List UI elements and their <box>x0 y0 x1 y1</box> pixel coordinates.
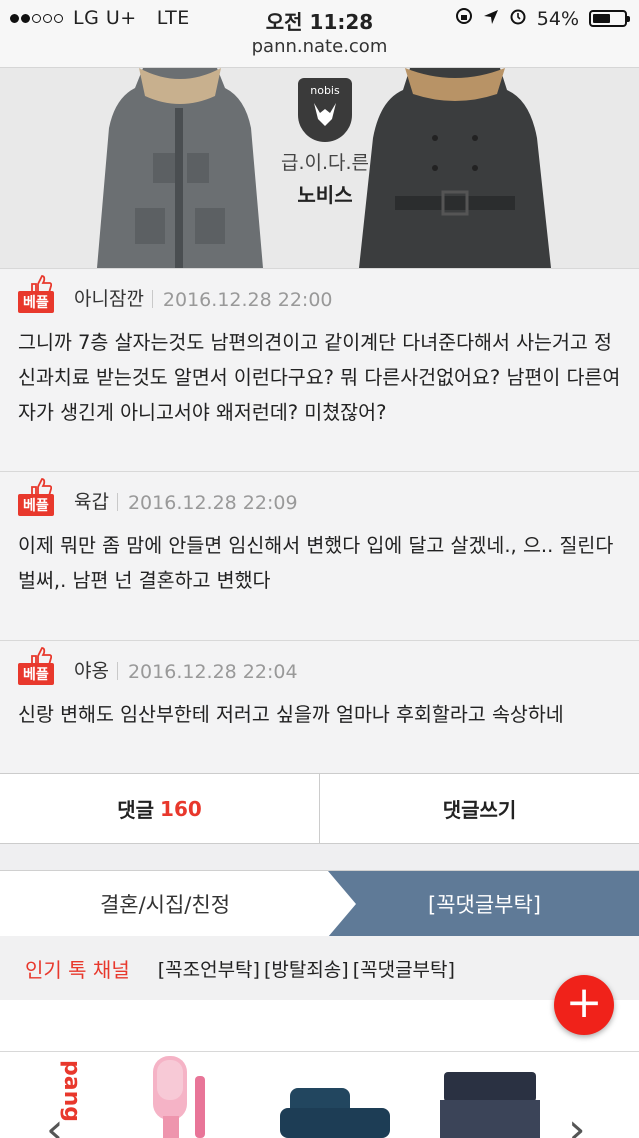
nobis-logo: nobis <box>298 78 352 142</box>
comment-action-bar: 댓글 160 댓글쓰기 <box>0 773 639 844</box>
comment-text: 신랑 변해도 임산부한테 저러고 싶을까 얼마나 후회할라고 속상하네 <box>18 703 564 726</box>
coat-image-left <box>97 68 263 268</box>
chevron-right-icon[interactable]: › <box>568 1104 586 1138</box>
address-bar[interactable]: pann.nate.com <box>0 36 639 68</box>
comment-text: 이제 뭐만 좀 맘에 안들면 임신해서 변했다 입에 달고 살겠네., 으.. … <box>18 534 614 592</box>
comment-date: 2016.12.28 22:00 <box>162 289 333 311</box>
bed-image <box>440 1072 540 1138</box>
comment-meta: 베플 야옹 2016.12.28 22:04 <box>18 641 621 685</box>
floating-add-button[interactable]: + <box>554 975 614 1035</box>
popular-link[interactable]: [꼭조언부탁] <box>158 955 260 982</box>
popular-link[interactable]: [방탈죄송] <box>264 955 349 982</box>
divider <box>116 662 118 680</box>
url-text: pann.nate.com <box>251 36 388 57</box>
comments-label: 댓글 <box>117 798 155 822</box>
view-comments-button[interactable]: 댓글 160 <box>0 774 319 843</box>
best-badge: 베플 <box>18 647 64 685</box>
comment-meta: 베플 아니잠깐 2016.12.28 22:00 <box>18 269 621 313</box>
rotation-lock-icon <box>455 7 473 30</box>
spacer <box>0 1000 639 1052</box>
tab-label: [꼭댓글부탁] <box>428 893 541 917</box>
status-icons: 54% <box>455 7 630 30</box>
status-bar: LG U+ LTE 오전 11:28 54% <box>0 0 639 36</box>
ad-banner[interactable]: nobis 급.이.다.른 노비스 <box>0 68 639 268</box>
logo-text: nobis <box>310 84 340 97</box>
plus-icon: + <box>565 977 603 1028</box>
best-comment: 베플 야옹 2016.12.28 22:04 신랑 변해도 임산부한테 저러고 … <box>0 640 639 773</box>
battery-fill <box>593 14 610 23</box>
comment-meta: 베플 육갑 2016.12.28 22:09 <box>18 472 621 516</box>
best-label: 베플 <box>18 663 54 685</box>
battery-icon <box>589 10 630 27</box>
tab-marriage-family[interactable]: 결혼/시집/친정 <box>0 871 330 936</box>
comment-date: 2016.12.28 22:04 <box>127 661 298 683</box>
coupang-logo: pang <box>59 1060 84 1123</box>
tab-please-comment[interactable]: [꼭댓글부탁] <box>328 871 639 936</box>
popular-title: 인기 톡 채널 <box>25 957 130 982</box>
best-badge: 베플 <box>18 275 64 313</box>
tab-label: 결혼/시집/친정 <box>99 893 231 917</box>
product-ad-strip[interactable]: ‹ pang › <box>0 1052 639 1138</box>
write-comment-label: 댓글쓰기 <box>442 798 517 822</box>
comment-author[interactable]: 육갑 <box>74 487 109 516</box>
divider <box>151 290 153 308</box>
sofa-bed-image <box>280 1088 390 1138</box>
best-label: 베플 <box>18 494 54 516</box>
divider <box>116 493 118 511</box>
write-comment-button[interactable]: 댓글쓰기 <box>319 774 639 843</box>
alarm-icon <box>509 7 527 30</box>
comment-text: 그니까 7층 살자는것도 남편의견이고 같이계단 다녀준다해서 사는거고 정신과… <box>18 331 621 424</box>
location-arrow-icon <box>483 8 499 30</box>
battery-percent: 54% <box>536 7 579 30</box>
hair-brush-image <box>153 1056 205 1138</box>
channel-tabs: 결혼/시집/친정 [꼭댓글부탁] <box>0 870 639 936</box>
coat-image-right <box>359 68 551 268</box>
popular-channels: 인기 톡 채널 [꼭조언부탁] [방탈죄송] [꼭댓글부탁] <box>0 936 639 1000</box>
comments-count: 160 <box>160 796 202 821</box>
best-comment: 베플 육갑 2016.12.28 22:09 이제 뭐만 좀 맘에 안들면 임신… <box>0 471 639 640</box>
comment-author[interactable]: 아니잠깐 <box>74 284 144 313</box>
comment-author[interactable]: 야옹 <box>74 656 109 685</box>
best-label: 베플 <box>18 291 54 313</box>
best-comment: 베플 아니잠깐 2016.12.28 22:00 그니까 7층 살자는것도 남편… <box>0 268 639 471</box>
popular-link[interactable]: [꼭댓글부탁] <box>353 955 455 982</box>
best-badge: 베플 <box>18 478 64 516</box>
comment-date: 2016.12.28 22:09 <box>127 492 298 514</box>
